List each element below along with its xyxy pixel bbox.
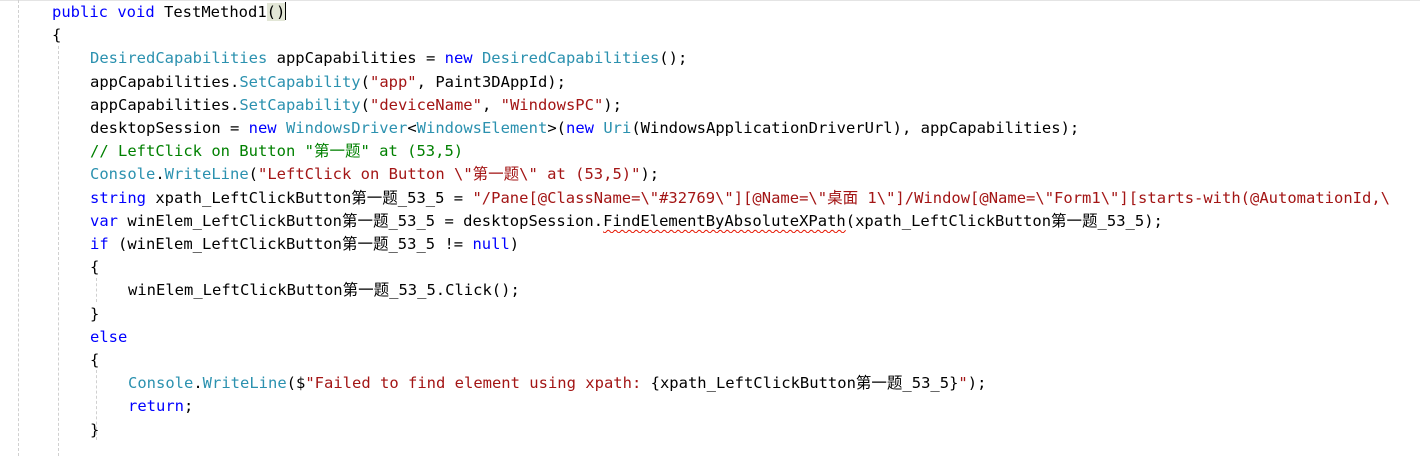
code-token: (WindowsApplicationDriverUrl), appCapabi…	[631, 119, 1080, 137]
code-token: Console	[90, 165, 156, 184]
code-token: "app"	[369, 72, 417, 91]
code-token: DesiredCapabilities	[481, 49, 660, 68]
code-token: );	[640, 165, 660, 184]
code-token: {	[52, 26, 62, 45]
code-token: .	[193, 374, 203, 393]
code-token: DesiredCapabilities	[90, 49, 268, 68]
code-token: void	[117, 3, 155, 21]
code-line[interactable]: desktopSession = new WindowsDriver<Windo…	[0, 117, 1420, 140]
code-token: "	[958, 374, 968, 393]
code-line[interactable]: if (winElem_LeftClickButton第一题_53_5 != n…	[0, 233, 1420, 256]
code-token: {	[90, 351, 100, 369]
code-line[interactable]: var winElem_LeftClickButton第一题_53_5 = de…	[0, 210, 1420, 233]
code-token: ;	[184, 397, 194, 416]
code-token: (xpath_LeftClickButton第一题_53_5);	[845, 211, 1163, 230]
code-line[interactable]: return;	[0, 395, 1420, 418]
code-token: )	[509, 235, 520, 253]
code-line[interactable]: // LeftClick on Button "第一题" at (53,5)	[0, 140, 1420, 163]
code-token: SetCapability	[239, 72, 361, 91]
code-token: appCapabilities.	[90, 95, 240, 114]
code-line[interactable]: {	[0, 256, 1420, 279]
code-line[interactable]: {	[0, 24, 1420, 47]
code-token: , Paint3DAppId);	[416, 72, 566, 91]
code-token: Console	[128, 374, 194, 393]
code-token: (	[360, 72, 370, 91]
code-line[interactable]: public void TestMethod1()	[0, 1, 1420, 24]
code-line[interactable]: winElem_LeftClickButton第一题_53_5.Click();	[0, 279, 1420, 302]
code-token: "Failed to find element using xpath:	[305, 374, 651, 393]
code-token: {xpath_LeftClickButton第一题_53_5}	[650, 374, 959, 393]
text-caret	[285, 2, 287, 20]
code-token: {	[90, 258, 100, 277]
code-token: (	[360, 95, 370, 114]
code-token: );	[603, 95, 622, 114]
code-token: if	[90, 235, 109, 253]
code-token: }	[90, 304, 100, 323]
code-token: winElem_LeftClickButton第一题_53_5 = deskto…	[118, 211, 604, 230]
code-token: "WindowsPC"	[500, 95, 604, 114]
code-editor[interactable]: public void TestMethod1(){DesiredCapabil…	[0, 0, 1420, 456]
code-line[interactable]: Console.WriteLine($"Failed to find eleme…	[0, 372, 1420, 395]
code-token: desktopSession =	[90, 119, 249, 137]
code-line[interactable]: else	[0, 326, 1420, 349]
code-token: public	[52, 3, 108, 21]
code-token: new	[248, 119, 277, 137]
code-token: var	[90, 211, 118, 230]
error-squiggle-token: FindElementByAbsoluteXPath	[603, 211, 846, 230]
code-line[interactable]: appCapabilities.SetCapability("app", Pai…	[0, 71, 1420, 94]
code-token: (winElem_LeftClickButton第一题_53_5 !=	[108, 235, 473, 253]
code-token: ($	[286, 374, 306, 393]
code-token: else	[90, 327, 128, 346]
code-token: WriteLine	[164, 165, 249, 184]
code-line[interactable]: }	[0, 303, 1420, 326]
code-token: ()	[266, 3, 286, 21]
code-token: (	[248, 165, 259, 184]
code-token: appCapabilities =	[267, 49, 445, 68]
code-token: TestMethod1	[154, 3, 267, 21]
code-token: winElem_LeftClickButton第一题_53_5.Click();	[128, 281, 520, 300]
code-token: "LeftClick on Button \"第一题\" at (53,5)"	[258, 165, 641, 184]
code-token: WriteLine	[202, 374, 287, 393]
code-token: <	[407, 119, 417, 137]
code-token: ();	[659, 49, 688, 68]
code-line[interactable]: appCapabilities.SetCapability("deviceNam…	[0, 94, 1420, 117]
code-token: WindowsDriver	[285, 119, 408, 137]
code-token: // LeftClick on Button "第一题" at (53,5)	[90, 142, 464, 161]
code-token: xpath_LeftClickButton第一题_53_5 =	[146, 188, 473, 207]
code-token: Uri	[603, 119, 632, 137]
code-token: >(	[547, 119, 566, 137]
code-token: }	[90, 420, 100, 439]
code-token: .	[155, 165, 165, 184]
code-token: );	[967, 374, 987, 393]
code-line[interactable]: DesiredCapabilities appCapabilities = ne…	[0, 47, 1420, 70]
code-token: appCapabilities.	[90, 72, 240, 91]
code-token: SetCapability	[239, 95, 361, 114]
code-line[interactable]: {	[0, 349, 1420, 372]
code-line[interactable]: Console.WriteLine("LeftClick on Button \…	[0, 163, 1420, 186]
code-token: null	[472, 235, 510, 253]
code-token: new	[444, 49, 473, 68]
code-token: new	[565, 119, 594, 137]
code-token: ,	[481, 95, 501, 114]
code-line[interactable]: string xpath_LeftClickButton第一题_53_5 = "…	[0, 187, 1420, 210]
code-token: "deviceName"	[369, 95, 482, 114]
code-line[interactable]: }	[0, 419, 1420, 442]
code-token: return	[128, 397, 184, 416]
code-token: string	[90, 188, 146, 207]
code-token: "/Pane[@ClassName=\"#32769\"][@Name=\"桌面…	[472, 188, 1390, 207]
code-token: WindowsElement	[416, 119, 548, 137]
